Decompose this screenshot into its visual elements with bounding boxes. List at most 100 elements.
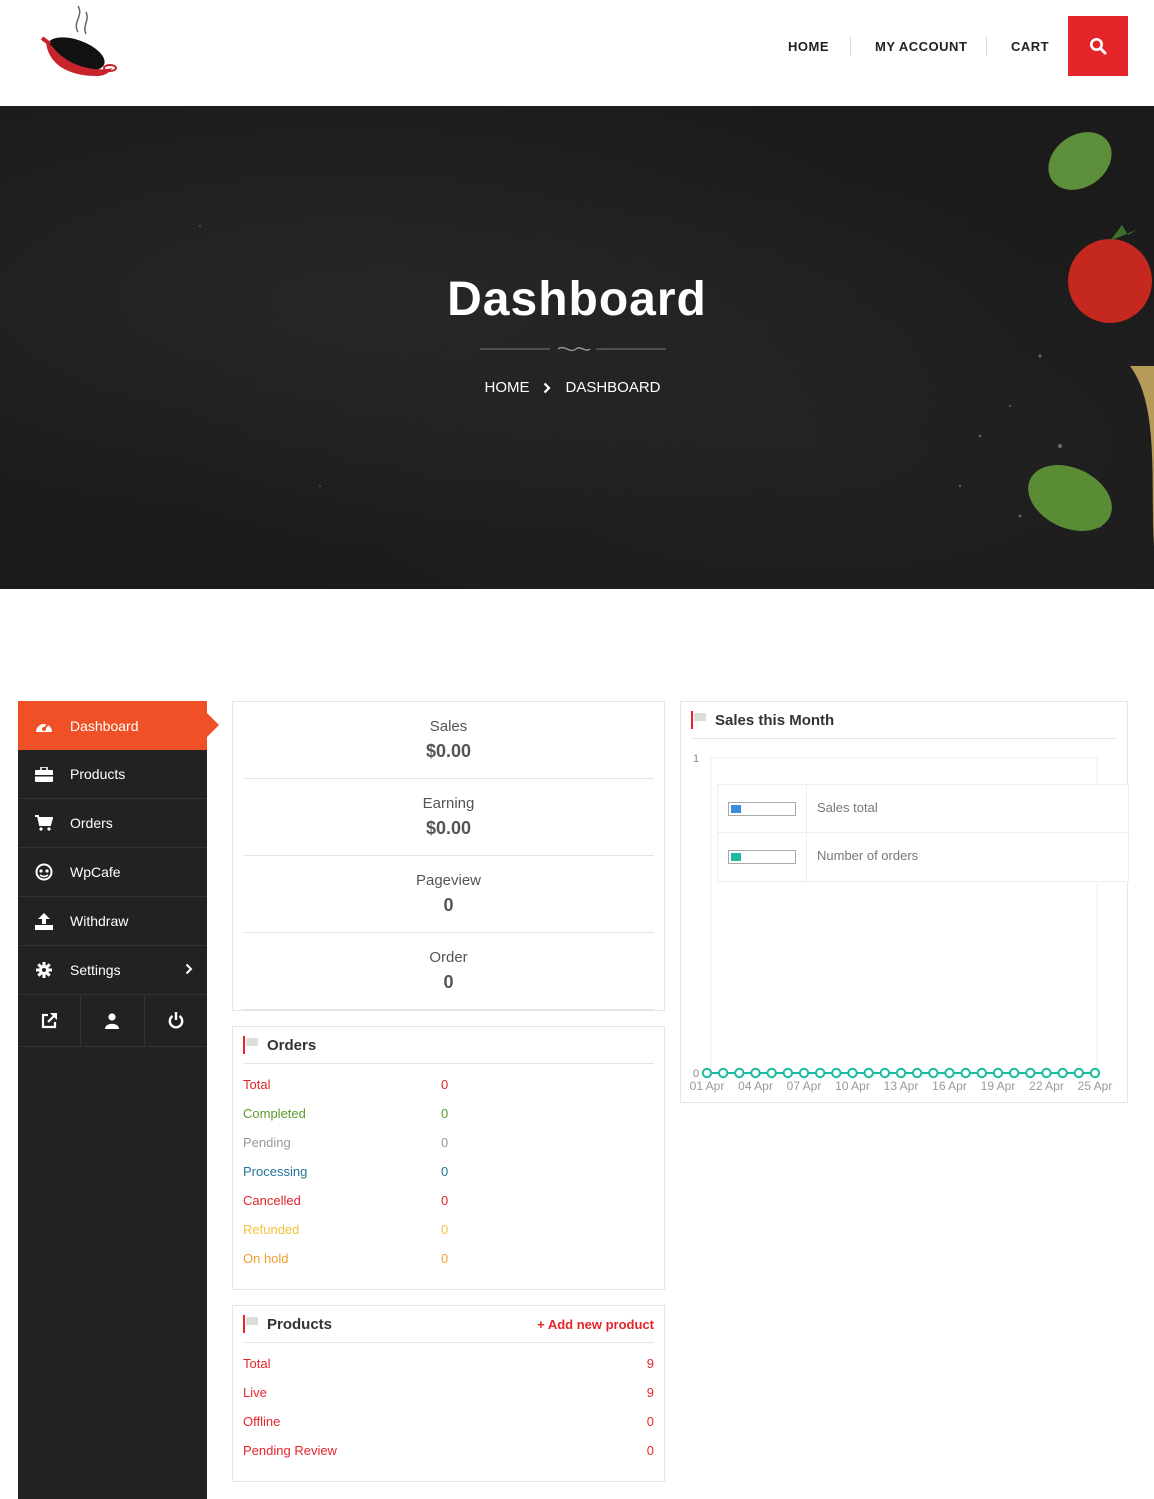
- sales-chart-widget: Sales this Month 0 1 01 Apr 04 Apr 07 Apr 10 …: [680, 701, 1130, 1103]
- stat-value: 0: [443, 895, 454, 915]
- widget-title: Sales this Month: [715, 711, 835, 729]
- sidebar-item-products[interactable]: Products: [18, 750, 207, 799]
- y-tick-label: 1: [693, 753, 699, 765]
- sidebar-item-label: WpCafe: [70, 864, 121, 880]
- user-icon: [105, 1012, 120, 1029]
- order-status-label[interactable]: Pending: [243, 1135, 291, 1150]
- data-point: [734, 1067, 745, 1079]
- legend-swatch: [728, 802, 796, 816]
- order-status-row[interactable]: Refunded 0: [243, 1219, 654, 1241]
- stat-pageview: Pageview 0: [243, 856, 654, 933]
- upload-icon: [34, 911, 54, 931]
- data-point: [1008, 1067, 1020, 1079]
- data-point: [1041, 1067, 1052, 1079]
- add-new-product-link[interactable]: + Add new product: [537, 1317, 654, 1332]
- legend-item-sales-total[interactable]: Sales total: [718, 785, 1130, 833]
- sidebar-item-label: Settings: [70, 962, 121, 978]
- stat-value: $0.00: [425, 818, 472, 838]
- product-status-label[interactable]: Offline: [243, 1414, 280, 1429]
- data-point: [863, 1067, 874, 1079]
- sidebar-item-orders[interactable]: Orders: [18, 799, 207, 848]
- dashboard-sidebar: Dashboard Products Orders WpCafe Withdra…: [18, 701, 219, 1499]
- widget-header: Orders: [243, 1027, 654, 1064]
- dashboard-icon: [34, 716, 54, 736]
- nav-cart[interactable]: CART: [1011, 39, 1049, 54]
- order-status-label[interactable]: Processing: [243, 1164, 307, 1179]
- visit-store-button[interactable]: [18, 995, 82, 1046]
- order-status-row[interactable]: On hold 0: [243, 1248, 654, 1270]
- product-status-count: 9: [646, 1356, 654, 1371]
- flag-icon: [243, 1036, 258, 1054]
- product-status-label[interactable]: Live: [243, 1385, 267, 1400]
- order-status-row[interactable]: Total 0: [243, 1074, 654, 1096]
- flag-icon: [691, 711, 706, 729]
- data-point: [1089, 1067, 1101, 1079]
- legend-item-number-of-orders[interactable]: Number of orders: [718, 833, 1130, 881]
- site-header: HOME MY ACCOUNT CART: [0, 0, 1154, 106]
- stat-earning: Earning $0.00: [243, 779, 654, 856]
- sidebar-item-settings[interactable]: Settings: [18, 946, 207, 995]
- legend-swatch: [728, 850, 796, 864]
- widget-title: Products: [267, 1315, 333, 1333]
- data-point: [911, 1067, 923, 1079]
- order-status-row[interactable]: Processing 0: [243, 1161, 654, 1183]
- product-status-count: 9: [646, 1385, 654, 1400]
- product-status-label[interactable]: Total: [243, 1356, 270, 1371]
- gear-icon: [34, 960, 54, 980]
- logout-button[interactable]: [145, 995, 207, 1046]
- data-point: [992, 1067, 1004, 1079]
- product-status-label[interactable]: Pending Review: [243, 1443, 337, 1458]
- order-status-label[interactable]: On hold: [243, 1251, 289, 1266]
- flag-icon: [243, 1315, 258, 1333]
- x-tick-label: 25 Apr: [1078, 1079, 1113, 1093]
- order-status-label[interactable]: Refunded: [243, 1222, 299, 1237]
- stat-value: $0.00: [425, 741, 472, 761]
- sidebar-item-dashboard[interactable]: Dashboard: [18, 701, 219, 750]
- stat-label: Order: [429, 949, 468, 966]
- data-point: [960, 1067, 971, 1079]
- hero-banner: Dashboard HOME DASHBOARD: [0, 106, 1154, 589]
- nav-home[interactable]: HOME: [788, 39, 829, 54]
- logo[interactable]: [38, 2, 120, 82]
- breadcrumb-home[interactable]: HOME: [484, 379, 529, 396]
- breadcrumb: HOME DASHBOARD: [0, 379, 1145, 396]
- order-status-count: 0: [441, 1251, 449, 1266]
- x-tick-label: 13 Apr: [884, 1079, 919, 1093]
- product-status-row[interactable]: Pending Review 0: [243, 1440, 654, 1462]
- nav-divider: [850, 36, 851, 56]
- x-tick-label: 07 Apr: [787, 1079, 822, 1093]
- data-point: [798, 1067, 810, 1079]
- order-status-count: 0: [441, 1164, 449, 1179]
- sidebar-item-withdraw[interactable]: Withdraw: [18, 897, 207, 946]
- sidebar-item-label: Withdraw: [70, 913, 129, 929]
- x-tick-label: 01 Apr: [690, 1079, 725, 1093]
- order-status-count: 0: [441, 1222, 449, 1237]
- order-status-label[interactable]: Total: [243, 1077, 270, 1092]
- data-point: [717, 1067, 729, 1079]
- product-status-row[interactable]: Offline 0: [243, 1411, 654, 1433]
- x-tick-label: 04 Apr: [738, 1079, 773, 1093]
- order-status-row[interactable]: Cancelled 0: [243, 1190, 654, 1212]
- product-status-count: 0: [646, 1414, 654, 1429]
- order-status-label[interactable]: Completed: [243, 1106, 306, 1121]
- order-status-row[interactable]: Completed 0: [243, 1103, 654, 1125]
- sidebar-item-wpcafe[interactable]: WpCafe: [18, 848, 207, 897]
- products-widget: Products + Add new product Total 9 Live 9 Of…: [232, 1305, 665, 1482]
- product-status-row[interactable]: Live 9: [243, 1382, 654, 1404]
- order-status-label[interactable]: Cancelled: [243, 1193, 301, 1208]
- product-status-count: 0: [646, 1443, 654, 1458]
- chef-icon: [34, 862, 54, 882]
- product-status-row[interactable]: Total 9: [243, 1353, 654, 1375]
- data-point: [831, 1067, 842, 1079]
- order-status-row[interactable]: Pending 0: [243, 1132, 654, 1154]
- data-point: [976, 1067, 988, 1079]
- orders-widget: Orders Total 0 Completed 0 Pending 0 Processin…: [232, 1026, 665, 1290]
- edit-account-button[interactable]: [81, 995, 145, 1046]
- data-point: [782, 1067, 794, 1079]
- stats-summary: Sales $0.00 Earning $0.00 Pageview 0 Ord…: [232, 701, 665, 1011]
- briefcase-icon: [34, 764, 54, 784]
- data-point: [1057, 1067, 1068, 1079]
- nav-my-account[interactable]: MY ACCOUNT: [875, 39, 967, 54]
- order-status-count: 0: [441, 1077, 449, 1092]
- search-button[interactable]: [1068, 16, 1128, 76]
